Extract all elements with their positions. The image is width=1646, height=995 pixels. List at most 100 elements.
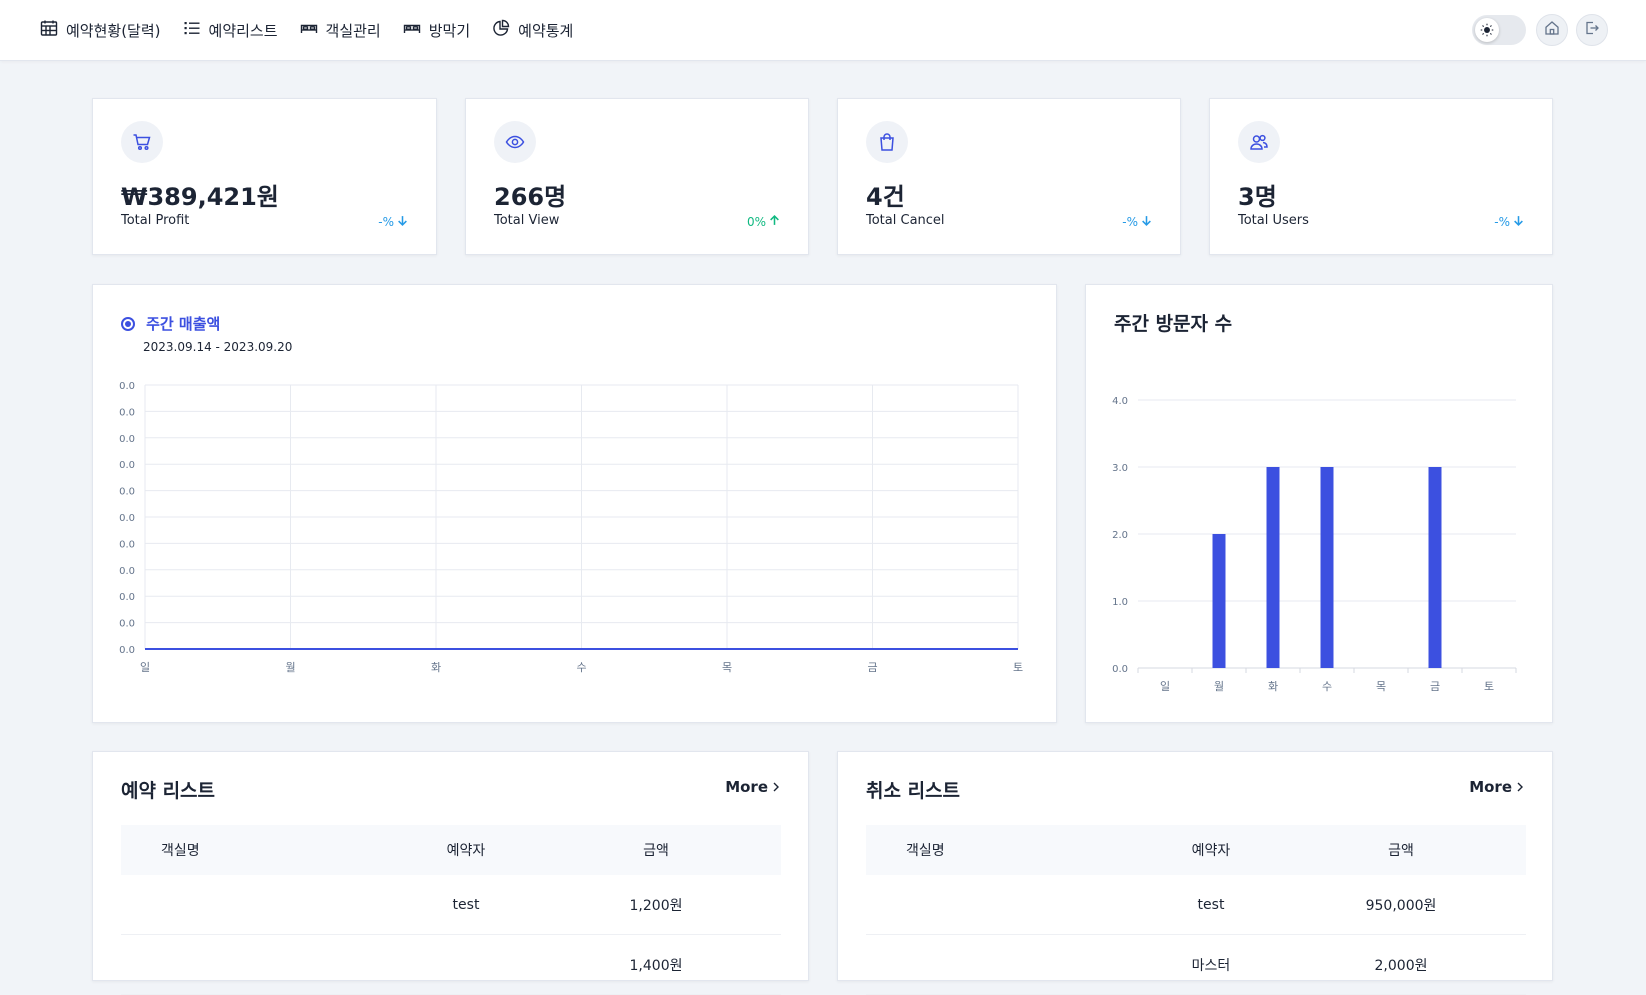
delta-text: -% [1494, 215, 1510, 229]
stat-label: Total View [494, 213, 560, 228]
more-link[interactable]: More [1469, 778, 1524, 796]
arrow-up-icon [769, 215, 780, 229]
bed-icon [300, 19, 318, 41]
x-tick-label: 목 [1376, 680, 1386, 693]
column-header: 금액 [643, 843, 669, 859]
more-link[interactable]: More [725, 778, 780, 796]
x-tick-label: 목 [722, 661, 732, 674]
x-tick-label: 화 [431, 661, 441, 674]
table-header: 객실명 예약자 금액 [121, 825, 781, 875]
logout-button[interactable] [1576, 14, 1608, 46]
column-header: 예약자 [1191, 843, 1231, 859]
stat-card-profit: ₩389,421원 Total Profit -% [92, 98, 437, 255]
weekly-visitors-chart: 4.0 3.0 2.0 1.0 0.0 일 월 화 수 목 금 토 [1112, 396, 1517, 693]
stat-delta: -% [1122, 215, 1152, 229]
y-tick-label: 0.0 [119, 381, 135, 392]
cell-amount: 1,200원 [629, 897, 683, 914]
y-tick-label: 0.0 [119, 592, 135, 603]
arrow-down-icon [1513, 215, 1524, 229]
stat-label: Total Users [1238, 213, 1309, 228]
x-tick-label: 일 [1160, 679, 1170, 693]
table-row[interactable]: 마스터 2,000원 [866, 935, 1526, 995]
stat-card-views: 266명 Total View 0% [465, 98, 809, 255]
stat-delta: 0% [747, 215, 780, 229]
cell-amount: 2,000원 [1374, 957, 1428, 974]
chevron-right-icon [1516, 778, 1524, 796]
card-title: 취소 리스트 [866, 780, 961, 802]
more-label: More [1469, 778, 1512, 796]
stat-card-users: 3명 Total Users -% [1209, 98, 1553, 255]
table-header: 객실명 예약자 금액 [866, 825, 1526, 875]
chevron-right-icon [772, 778, 780, 796]
nav-label: 방막기 [428, 21, 471, 40]
home-icon [1544, 20, 1560, 40]
weekly-sales-card: 주간 매출액 2023.09.14 - 2023.09.20 0.0 0.0 0.0… [92, 284, 1057, 723]
table-row[interactable]: 1,400원 [121, 935, 781, 995]
pie-chart-icon [492, 19, 510, 41]
bar [1266, 467, 1280, 668]
x-tick-label: 화 [1268, 680, 1278, 693]
stat-value: 266명 [494, 183, 567, 211]
x-tick-label: 월 [285, 661, 295, 674]
x-tick-label: 월 [1214, 680, 1224, 693]
top-navbar: 예약현황(달력) 예약리스트 객실관리 방막기 예약통계 [0, 0, 1646, 61]
nav-room-management[interactable]: 객실관리 [300, 19, 381, 41]
nav-room-block[interactable]: 방막기 [403, 19, 470, 41]
stat-delta: -% [378, 215, 408, 229]
y-tick-label: 0.0 [119, 460, 135, 471]
cell-guest: test [452, 896, 480, 913]
table-row[interactable]: test 950,000원 [866, 875, 1526, 935]
x-tick-label: 금 [1430, 680, 1440, 693]
delta-text: 0% [746, 215, 766, 229]
y-tick-label: 3.0 [1112, 463, 1128, 474]
y-tick-label: 0.0 [119, 566, 135, 577]
stat-label: Total Cancel [866, 213, 945, 228]
nav-calendar[interactable]: 예약현황(달력) [40, 19, 161, 41]
theme-toggle[interactable] [1472, 15, 1526, 45]
nav-reservation-list[interactable]: 예약리스트 [183, 19, 278, 41]
weekly-sales-chart: 0.0 0.0 0.0 0.0 0.0 0.0 0.0 0.0 0.0 0.0 0.0 일 월 화 수 목 금 토 [119, 381, 1023, 674]
y-tick-label: 0.0 [1112, 664, 1128, 675]
y-tick-label: 0.0 [119, 513, 135, 524]
home-button[interactable] [1536, 14, 1568, 46]
cart-icon [121, 121, 163, 163]
y-tick-label: 0.0 [119, 619, 135, 630]
cell-amount: 1,400원 [629, 957, 683, 974]
arrow-down-icon [397, 215, 408, 229]
reservation-list-card: 예약 리스트 More 객실명 예약자 금액 test 1,200원 1,400… [92, 751, 809, 995]
list-icon [183, 19, 201, 41]
stat-delta: -% [1494, 215, 1524, 229]
y-tick-label: 0.0 [119, 407, 135, 418]
nav-label: 예약리스트 [208, 21, 278, 40]
cancel-table: 객실명 예약자 금액 test 950,000원 마스터 2,000원 [866, 825, 1526, 995]
stat-card-cancel: 4건 Total Cancel -% [837, 98, 1181, 255]
bar [1428, 467, 1442, 668]
weekly-visitors-card: 주간 방문자 수 4.0 3.0 2.0 1.0 0.0 일 월 화 수 목 금 토 [1085, 284, 1553, 723]
bar [1212, 534, 1226, 668]
bed-block-icon [403, 19, 421, 41]
cell-guest: 마스터 [1191, 957, 1231, 974]
main-nav: 예약현황(달력) 예약리스트 객실관리 방막기 예약통계 [40, 0, 573, 60]
column-header: 예약자 [446, 843, 486, 859]
nav-label: 객실관리 [325, 21, 381, 40]
cancel-list-card: 취소 리스트 More 객실명 예약자 금액 test 950,000원 마스터… [837, 751, 1553, 995]
calendar-icon [40, 19, 58, 41]
y-tick-label: 4.0 [1112, 396, 1128, 407]
y-tick-label: 0.0 [119, 539, 135, 550]
logout-icon [1584, 20, 1600, 40]
cell-amount: 950,000원 [1365, 897, 1437, 914]
x-tick-label: 토 [1484, 680, 1494, 693]
sun-icon [1475, 18, 1499, 42]
nav-statistics[interactable]: 예약통계 [492, 19, 573, 41]
x-tick-label: 수 [1322, 680, 1332, 693]
stat-value: 4건 [866, 183, 905, 211]
x-tick-label: 수 [576, 661, 586, 674]
reservation-table: 객실명 예약자 금액 test 1,200원 1,400원 [121, 825, 781, 995]
table-row[interactable]: test 1,200원 [121, 875, 781, 935]
more-label: More [725, 778, 768, 796]
arrow-down-icon [1141, 215, 1152, 229]
top-actions [1472, 14, 1608, 46]
y-tick-label: 0.0 [119, 434, 135, 445]
y-tick-label: 1.0 [1112, 597, 1128, 608]
users-icon [1238, 121, 1280, 163]
